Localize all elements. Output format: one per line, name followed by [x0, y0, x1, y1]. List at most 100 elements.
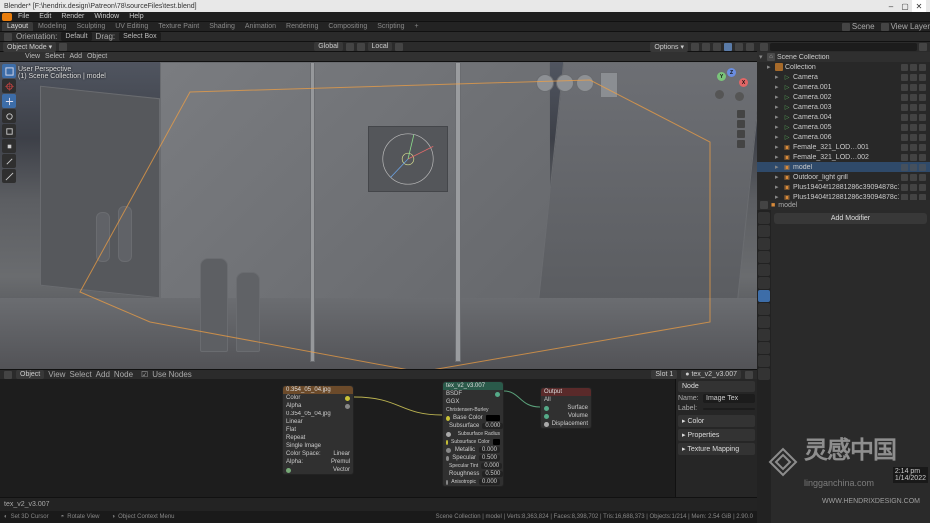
node-editor[interactable]: 0.354_05_04.jpg Color Alpha 0.354_05_04.… [0, 379, 757, 497]
window-minimize-button[interactable]: – [884, 0, 898, 12]
node-menu-node[interactable]: Node [114, 370, 133, 379]
outliner-row[interactable]: ▸▷Camera [757, 72, 930, 82]
tab-output[interactable] [758, 225, 770, 237]
workspace-tab-modeling[interactable]: Modeling [33, 22, 71, 31]
outliner-filter-icon[interactable] [919, 43, 927, 51]
pin-icon[interactable] [745, 371, 753, 379]
drag-dropdown[interactable]: Select Box [119, 32, 160, 41]
blender-logo-icon[interactable] [2, 13, 12, 21]
navigation-gizmo[interactable]: X Y Z [713, 68, 747, 102]
outliner-row[interactable]: ▸▣Outdoor_light grill [757, 172, 930, 182]
outliner-row[interactable]: ▸▣Female_321_LOD…001 [757, 142, 930, 152]
window-close-button[interactable]: ✕ [912, 0, 926, 12]
shading-rendered-icon[interactable] [746, 43, 754, 51]
tab-viewlayer[interactable] [758, 238, 770, 250]
xray-toggle-icon[interactable] [702, 43, 710, 51]
node-editor-type-icon[interactable] [4, 371, 12, 379]
outliner-row[interactable]: ▸▷Camera.003 [757, 102, 930, 112]
menu-render[interactable]: Render [57, 12, 88, 21]
window-maximize-button[interactable]: ▢ [898, 0, 912, 12]
tab-modifiers[interactable] [758, 290, 770, 302]
workspace-tab-add[interactable]: + [410, 22, 424, 31]
shading-solid-icon[interactable] [724, 43, 732, 51]
mode-dropdown[interactable]: Object Mode ▾ [3, 42, 56, 52]
tab-physics[interactable] [758, 316, 770, 328]
menu-add[interactable]: Add [70, 53, 82, 60]
tab-object[interactable] [758, 277, 770, 289]
workspace-tab-uvediting[interactable]: UV Editing [110, 22, 153, 31]
use-nodes-toggle[interactable]: Use Nodes [152, 370, 192, 379]
workspace-tab-rendering[interactable]: Rendering [281, 22, 323, 31]
node-object-dd[interactable]: Object [16, 370, 44, 379]
menu-edit[interactable]: Edit [35, 12, 55, 21]
tab-material[interactable] [758, 355, 770, 367]
viewport-options[interactable]: Options ▾ [650, 42, 688, 52]
menu-object[interactable]: Object [87, 53, 107, 60]
tab-scene[interactable] [758, 251, 770, 263]
workspace-tab-sculpting[interactable]: Sculpting [71, 22, 110, 31]
workspace-tab-animation[interactable]: Animation [240, 22, 281, 31]
shading-matprev-icon[interactable] [735, 43, 743, 51]
menu-view[interactable]: View [25, 53, 40, 60]
node-menu-add[interactable]: Add [96, 370, 110, 379]
outliner-scene-row[interactable]: ▾ ⌂ Scene Collection [757, 52, 930, 62]
orientation-dropdown[interactable]: Default [61, 32, 91, 41]
outliner[interactable]: ▾ ⌂ Scene Collection ▸Collection▸▷Camera… [757, 52, 930, 200]
node-principled-bsdf[interactable]: tex_v2_v3.007 BSDF GGX Christensen-Burle… [442, 381, 504, 487]
tab-particles[interactable] [758, 303, 770, 315]
outliner-row[interactable]: ▸▣Plus19404f12881286c39094878c17715fl.00… [757, 192, 930, 200]
node-image-texture[interactable]: 0.354_05_04.jpg Color Alpha 0.354_05_04.… [282, 385, 354, 475]
outliner-row[interactable]: ▸▣Plus19404f12881286c39094878c17715fl.00… [757, 182, 930, 192]
outliner-row[interactable]: ▸▣model [757, 162, 930, 172]
node-header[interactable]: 0.354_05_04.jpg [283, 386, 353, 394]
tab-render[interactable] [758, 212, 770, 224]
outliner-row[interactable]: ▸▷Camera.002 [757, 92, 930, 102]
outliner-row[interactable]: ▸▷Camera.004 [757, 112, 930, 122]
outliner-type-icon[interactable] [760, 43, 768, 51]
snap-icon[interactable] [357, 43, 365, 51]
workspace-tab-shading[interactable]: Shading [204, 22, 240, 31]
outliner-row[interactable]: ▸Collection [757, 62, 930, 72]
workspace-tab-scripting[interactable]: Scripting [372, 22, 409, 31]
menu-help[interactable]: Help [125, 12, 147, 21]
node-header[interactable]: tex_v2_v3.007 [443, 382, 503, 390]
editor-type-icon[interactable] [59, 43, 67, 51]
node-sidebar-header[interactable]: Node [678, 381, 755, 392]
outliner-search[interactable] [770, 43, 917, 51]
outliner-row[interactable]: ▸▷Camera.006 [757, 132, 930, 142]
menu-select[interactable]: Select [45, 53, 64, 60]
pan-icon[interactable] [737, 120, 745, 128]
node-header[interactable]: Output [541, 388, 591, 396]
node-menu-view[interactable]: View [48, 370, 65, 379]
outliner-row[interactable]: ▸▷Camera.005 [757, 122, 930, 132]
tab-world[interactable] [758, 264, 770, 276]
snap-target[interactable]: Local [368, 42, 393, 51]
menu-window[interactable]: Window [90, 12, 123, 21]
viewlayer-selector[interactable]: View Layer [881, 22, 930, 31]
tab-texture[interactable] [758, 368, 770, 380]
properties-type-icon[interactable] [760, 201, 768, 209]
node-menu-select[interactable]: Select [69, 370, 91, 379]
proportional-icon[interactable] [395, 43, 403, 51]
node-label-field[interactable] [703, 408, 755, 410]
workspace-tab-texturepaint[interactable]: Texture Paint [153, 22, 204, 31]
perspective-toggle-icon[interactable] [737, 140, 745, 148]
tab-constraints[interactable] [758, 329, 770, 341]
zoom-icon[interactable] [737, 110, 745, 118]
node-name-field[interactable]: Image Tex [703, 394, 755, 403]
pivot-icon[interactable] [346, 43, 354, 51]
menu-file[interactable]: File [14, 12, 33, 21]
workspace-tab-compositing[interactable]: Compositing [323, 22, 372, 31]
outliner-row[interactable]: ▸▷Camera.001 [757, 82, 930, 92]
workspace-tab-layout[interactable]: Layout [2, 22, 33, 31]
material-name[interactable]: ● tex_v2_v3.007 [681, 370, 741, 379]
orientation-global[interactable]: Global [314, 42, 342, 51]
shading-wireframe-icon[interactable] [713, 43, 721, 51]
scene-selector[interactable]: Scene [842, 22, 875, 31]
tab-mesh[interactable] [758, 342, 770, 354]
node-material-output[interactable]: Output All Surface Volume Displacement [540, 387, 592, 429]
material-slot[interactable]: Slot 1 [651, 370, 677, 379]
outliner-row[interactable]: ▸▣Female_321_LOD…002 [757, 152, 930, 162]
camera-view-icon[interactable] [737, 130, 745, 138]
add-modifier-button[interactable]: Add Modifier [774, 213, 927, 224]
